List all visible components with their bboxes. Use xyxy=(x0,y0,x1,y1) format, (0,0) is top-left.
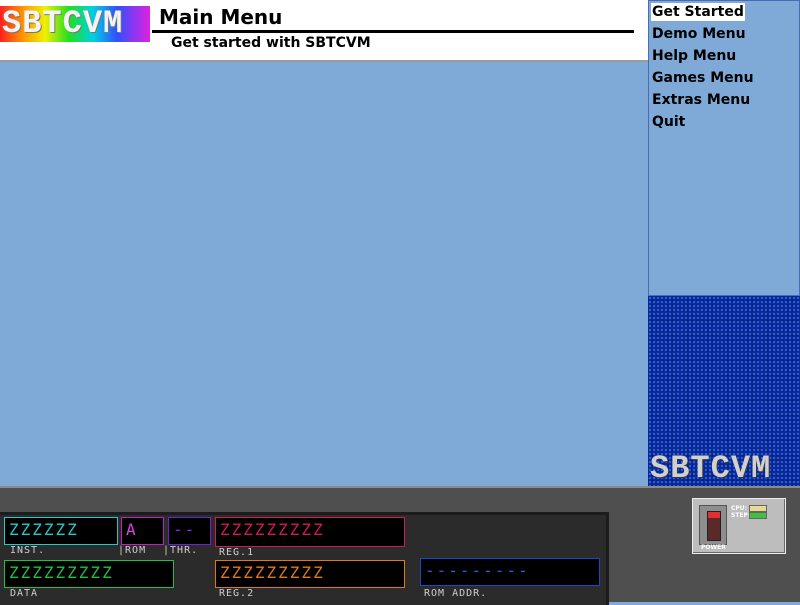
rom-display: A xyxy=(121,517,164,545)
inst-register-display: ΖΖΖΖΖΖ xyxy=(4,517,118,545)
power-label: POWER xyxy=(701,544,726,551)
menu-item-extras-menu[interactable]: Extras Menu xyxy=(651,91,751,109)
step-indicator xyxy=(749,512,767,519)
register-2-label: REG.2 xyxy=(219,588,255,599)
cpu-indicator xyxy=(749,505,767,512)
register-2-display: ΖΖΖΖΖΖΖΖΖ xyxy=(215,560,405,588)
cpu-label: CPU: xyxy=(731,505,748,512)
power-switch-housing xyxy=(699,505,727,545)
brand-logo-text: SBTCVM xyxy=(650,450,772,487)
rom-address-label: ROM ADDR. xyxy=(424,588,488,599)
header-bar: SBTCVM Main Menu Get started with SBTCVM xyxy=(0,0,648,62)
inst-label: INST. xyxy=(10,545,46,556)
data-register-display: ΖΖΖΖΖΖΖΖΖ xyxy=(4,560,174,588)
menu-item-demo-menu[interactable]: Demo Menu xyxy=(651,25,747,43)
menu-item-games-menu[interactable]: Games Menu xyxy=(651,69,755,87)
rom-address-display: --------- xyxy=(420,558,600,586)
power-switch[interactable] xyxy=(707,511,721,541)
brand-panel: SBTCVM xyxy=(648,296,800,486)
page-title: Main Menu xyxy=(159,5,283,29)
menu-item-quit[interactable]: Quit xyxy=(651,113,686,131)
page-subtitle: Get started with SBTCVM xyxy=(171,35,371,51)
thread-label: |THR. xyxy=(163,545,199,556)
power-widget: POWER CPU: STEP: xyxy=(692,498,786,554)
menu-item-get-started[interactable]: Get Started xyxy=(651,3,745,21)
register-1-label: REG.1 xyxy=(219,547,255,558)
step-label: STEP: xyxy=(731,512,751,519)
main-workspace xyxy=(0,62,648,486)
rom-label: |ROM xyxy=(118,545,147,556)
register-1-display: ΖΖΖΖΖΖΖΖΖ xyxy=(215,517,405,547)
title-divider xyxy=(152,30,634,33)
main-menu: Get Started Demo Menu Help Menu Games Me… xyxy=(648,0,800,296)
menu-item-help-menu[interactable]: Help Menu xyxy=(651,47,737,65)
sbtcvm-logo: SBTCVM xyxy=(0,6,150,42)
power-switch-indicator xyxy=(708,512,720,518)
data-label: DATA xyxy=(10,588,39,599)
thread-display: -- xyxy=(168,517,211,545)
